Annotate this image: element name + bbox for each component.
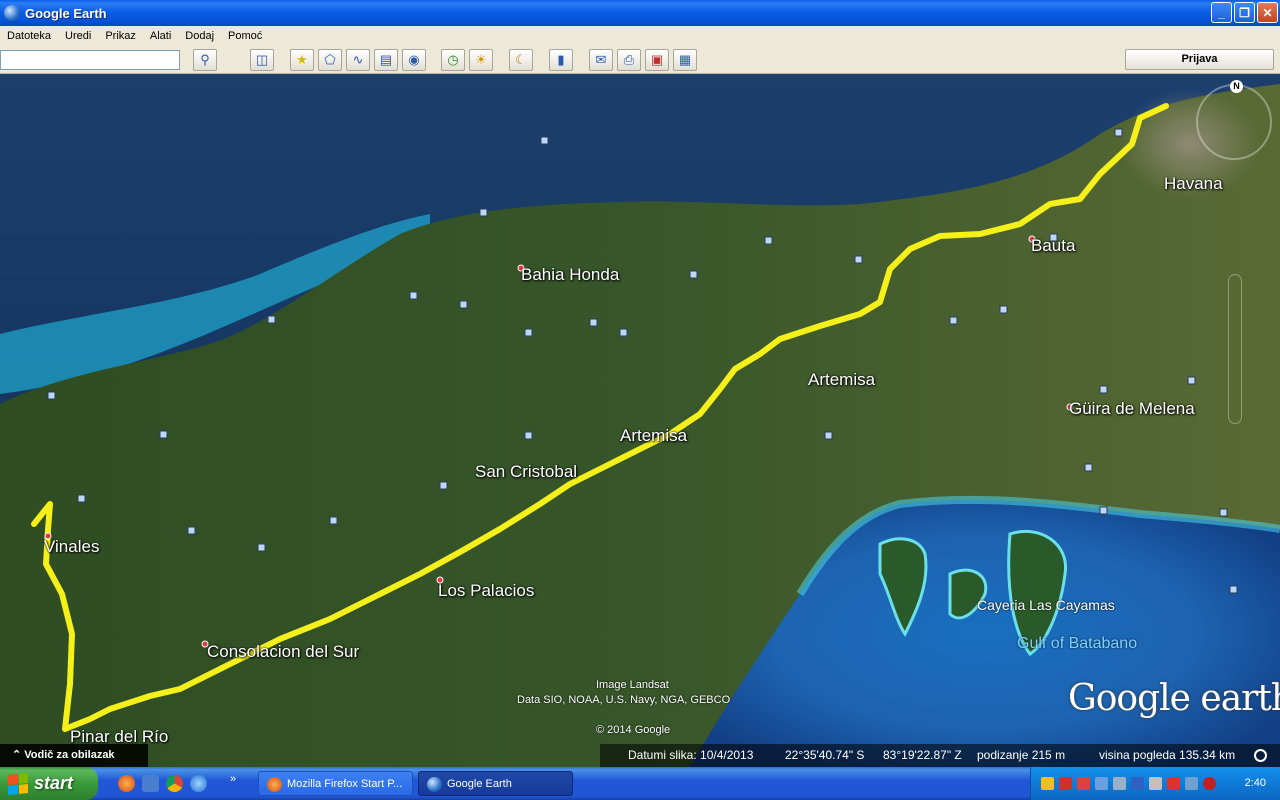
- menu-tools[interactable]: Alati: [143, 30, 178, 42]
- credit-image: Image Landsat: [596, 679, 669, 691]
- window-title: Google Earth: [25, 5, 107, 21]
- sidebar-toggle-icon[interactable]: ◫: [250, 49, 274, 71]
- system-tray: 2:40: [1030, 767, 1280, 800]
- menu-bar: Datoteka Uredi Prikaz Alati Dodaj Pomoć: [0, 26, 1280, 46]
- search-icon[interactable]: ⚲: [193, 49, 217, 71]
- record-tour-icon[interactable]: ◉: [402, 49, 426, 71]
- place-guira-de-melena[interactable]: Güira de Melena: [1069, 399, 1195, 419]
- place-artemisa-province[interactable]: Artemisa: [808, 370, 875, 390]
- app-tray-icon[interactable]: [1077, 777, 1090, 790]
- sunlight-icon[interactable]: ☀: [469, 49, 493, 71]
- place-consolacion-del-sur[interactable]: Consolacion del Sur: [207, 642, 359, 662]
- start-label: start: [34, 773, 74, 793]
- chrome-quicklaunch-icon[interactable]: [166, 775, 183, 792]
- search-input[interactable]: [0, 50, 180, 70]
- place-bahia-honda[interactable]: Bahia Honda: [521, 265, 619, 285]
- planets-icon[interactable]: ☾: [509, 49, 533, 71]
- place-havana[interactable]: Havana: [1164, 174, 1223, 194]
- maximize-button[interactable]: ❐: [1234, 2, 1255, 23]
- path-icon[interactable]: ∿: [346, 49, 370, 71]
- close-button[interactable]: ✕: [1257, 2, 1278, 23]
- status-bar: Datumi slika: 10/4/2013 22°35'40.74" S 8…: [600, 744, 1280, 767]
- explorer-quicklaunch-icon[interactable]: [142, 775, 159, 792]
- phone-tray-icon[interactable]: [1149, 777, 1162, 790]
- media-tray-icon[interactable]: [1203, 777, 1216, 790]
- save-image-icon[interactable]: ▣: [645, 49, 669, 71]
- security-tray-icon[interactable]: [1041, 777, 1054, 790]
- credit-copyright: © 2014 Google: [596, 724, 671, 736]
- streaming-indicator-icon: [1254, 749, 1267, 762]
- historical-imagery-icon[interactable]: ◷: [441, 49, 465, 71]
- longitude-readout: 83°19'22.87" Z: [883, 748, 962, 762]
- task-google-earth-label: Google Earth: [447, 778, 512, 790]
- place-cayeria-las-cayamas[interactable]: Cayeria Las Cayamas: [977, 597, 1115, 613]
- polygon-icon[interactable]: ⬠: [318, 49, 342, 71]
- task-google-earth[interactable]: Google Earth: [418, 771, 573, 796]
- update-tray-icon[interactable]: [1185, 777, 1198, 790]
- zoom-slider[interactable]: [1228, 274, 1242, 424]
- view-in-maps-icon[interactable]: ▦: [673, 49, 697, 71]
- sign-in-button[interactable]: Prijava: [1125, 49, 1274, 70]
- place-los-palacios[interactable]: Los Palacios: [438, 581, 534, 601]
- ruler-icon[interactable]: ▮: [549, 49, 573, 71]
- windows-logo-icon: [8, 772, 28, 795]
- navigation-compass[interactable]: N: [1196, 80, 1272, 160]
- firefox-quicklaunch-icon[interactable]: [118, 775, 135, 792]
- map-view[interactable]: Havana Bauta Bahia Honda Artemisa Artemi…: [0, 74, 1280, 767]
- map-imagery: [0, 74, 1280, 767]
- start-button[interactable]: start: [0, 767, 98, 800]
- place-artemisa-city[interactable]: Artemisa: [620, 426, 687, 446]
- task-firefox[interactable]: Mozilla Firefox Start P...: [258, 771, 413, 796]
- credit-data: Data SIO, NOAA, U.S. Navy, NGA, GEBCO: [517, 694, 731, 706]
- quicklaunch-overflow-icon[interactable]: »: [230, 773, 236, 785]
- print-icon[interactable]: ⎙: [617, 49, 641, 71]
- elevation-readout: podizanje 215 m: [977, 748, 1066, 762]
- menu-add[interactable]: Dodaj: [178, 30, 221, 42]
- task-firefox-label: Mozilla Firefox Start P...: [287, 778, 403, 790]
- clock: 2:40: [1244, 777, 1266, 789]
- pdf-tray-icon[interactable]: [1059, 777, 1072, 790]
- place-vinales[interactable]: Vinales: [44, 537, 99, 557]
- google-earth-icon: [4, 5, 20, 21]
- google-earth-logo: Google earth: [1068, 678, 1280, 719]
- placemark-icon[interactable]: ★: [290, 49, 314, 71]
- volume-tray-icon[interactable]: [1113, 777, 1126, 790]
- image-overlay-icon[interactable]: ▤: [374, 49, 398, 71]
- north-indicator[interactable]: N: [1230, 80, 1243, 93]
- water-gulf-of-batabano[interactable]: Gulf of Batabano: [1017, 635, 1137, 653]
- imagery-date: Datumi slika: 10/4/2013: [628, 748, 754, 762]
- taskbar: start » Mozilla Firefox Start P... Googl…: [0, 767, 1280, 800]
- antivirus-tray-icon[interactable]: [1167, 777, 1180, 790]
- menu-file[interactable]: Datoteka: [0, 30, 58, 42]
- google-earth-task-icon: [427, 777, 442, 792]
- minimize-button[interactable]: _: [1211, 2, 1232, 23]
- menu-help[interactable]: Pomoć: [221, 30, 269, 42]
- place-san-cristobal[interactable]: San Cristobal: [475, 462, 577, 482]
- bluetooth-tray-icon[interactable]: [1131, 777, 1144, 790]
- ie-quicklaunch-icon[interactable]: [190, 775, 207, 792]
- menu-view[interactable]: Prikaz: [98, 30, 143, 42]
- place-bauta[interactable]: Bauta: [1031, 236, 1075, 256]
- tour-guide-toggle[interactable]: ⌃ Vodič za obilazak: [0, 744, 148, 767]
- network-tray-icon[interactable]: [1095, 777, 1108, 790]
- eye-altitude-readout: visina pogleda 135.34 km: [1099, 748, 1236, 762]
- latitude-readout: 22°35'40.74" S: [785, 748, 865, 762]
- email-icon[interactable]: ✉: [589, 49, 613, 71]
- firefox-icon: [267, 777, 282, 792]
- tour-guide-label: Vodič za obilazak: [24, 749, 115, 761]
- toolbar: ⚲ ◫ ★ ⬠ ∿ ▤ ◉ ◷ ☀ ☾ ▮ ✉ ⎙ ▣ ▦ Prijava: [0, 46, 1280, 74]
- menu-edit[interactable]: Uredi: [58, 30, 98, 42]
- title-bar: Google Earth _ ❐ ✕: [0, 0, 1280, 26]
